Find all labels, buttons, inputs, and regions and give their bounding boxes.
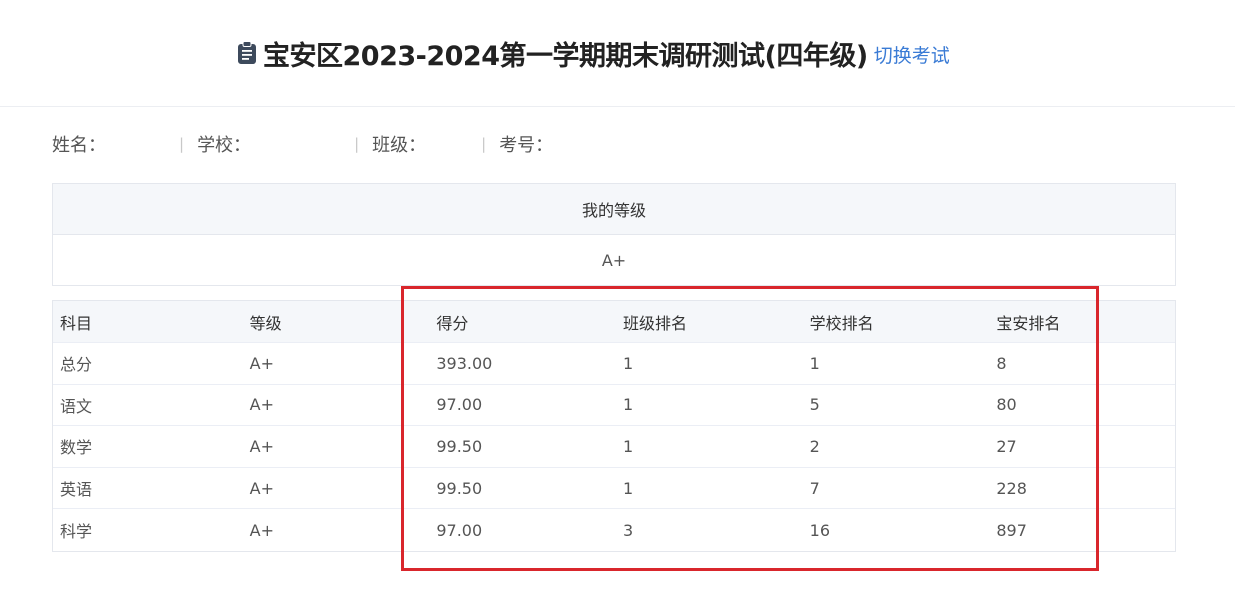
grade-cell: A+ — [249, 353, 275, 373]
student-exam-no: 考号： — [499, 131, 574, 157]
class-value-redacted — [426, 135, 469, 153]
district-rank-cell: 228 — [996, 478, 1027, 498]
name-value-redacted — [106, 135, 166, 153]
table-row: 总分 A+ 393.00 1 1 8 — [53, 343, 1175, 385]
column-header: 学校排名 — [809, 313, 874, 333]
table-row: 语文 A+ 97.00 1 5 80 — [53, 385, 1175, 427]
subject-cell: 总分 — [60, 355, 93, 375]
school-rank-cell: 2 — [809, 436, 820, 456]
district-rank-cell: 80 — [996, 395, 1017, 415]
class-rank-cell: 1 — [623, 395, 634, 415]
grade-cell: A+ — [249, 436, 275, 456]
column-header: 宝安排名 — [996, 313, 1061, 333]
student-school: 学校： — [197, 131, 342, 157]
class-rank-cell: 3 — [623, 520, 634, 540]
name-label: 姓名： — [52, 135, 106, 156]
class-rank-cell: 1 — [623, 436, 634, 456]
exam-no-label: 考号： — [499, 135, 554, 156]
district-rank-cell: 8 — [996, 353, 1007, 373]
switch-exam-link[interactable]: 切换考试 — [874, 41, 950, 68]
table-row: 英语 A+ 99.50 1 7 228 — [53, 468, 1175, 510]
table-row: 数学 A+ 99.50 1 2 27 — [53, 426, 1175, 468]
score-cell: 99.50 — [436, 478, 483, 498]
subject-cell: 英语 — [60, 480, 93, 500]
grade-cell: A+ — [249, 395, 275, 415]
student-class: 班级： — [372, 131, 469, 157]
grade-summary-value: A+ — [601, 250, 627, 270]
district-rank-cell: 897 — [996, 520, 1027, 540]
class-label: 班级： — [372, 135, 427, 156]
page-header: 宝安区2023-2024第一学期期末调研测试(四年级) 切换考试 — [0, 0, 1235, 107]
subject-cell: 数学 — [60, 438, 93, 458]
exam-no-value-redacted — [553, 135, 574, 153]
subject-cell: 语文 — [60, 396, 93, 416]
separator: | — [354, 135, 360, 153]
grade-cell: A+ — [249, 478, 275, 498]
table-row: 科学 A+ 97.00 3 16 897 — [53, 509, 1175, 551]
column-header: 等级 — [249, 313, 282, 333]
school-label: 学校： — [197, 135, 252, 156]
district-rank-cell: 27 — [996, 436, 1017, 456]
subject-cell: 科学 — [60, 522, 93, 542]
student-info-bar: 姓名： | 学校： | 班级： | 考号： — [52, 131, 574, 157]
score-cell: 97.00 — [436, 395, 483, 415]
table-header-row: 科目 等级 得分 班级排名 学校排名 宝安排名 — [53, 301, 1175, 343]
school-rank-cell: 5 — [809, 395, 820, 415]
title-bar: 宝安区2023-2024第一学期期末调研测试(四年级) 切换考试 — [237, 36, 950, 72]
grade-summary-header: 我的等级 — [53, 184, 1175, 235]
class-rank-cell: 1 — [623, 353, 634, 373]
class-rank-cell: 1 — [623, 478, 634, 498]
grade-cell: A+ — [249, 520, 275, 540]
separator: | — [481, 135, 487, 153]
school-rank-cell: 16 — [809, 520, 831, 540]
score-cell: 97.00 — [436, 520, 483, 540]
page-title: 宝安区2023-2024第一学期期末调研测试(四年级) — [263, 40, 868, 72]
school-rank-cell: 1 — [809, 353, 820, 373]
column-header: 得分 — [436, 313, 469, 333]
score-cell: 99.50 — [436, 436, 483, 456]
school-value-redacted — [251, 135, 342, 153]
grade-summary-box: 我的等级 A+ — [52, 183, 1176, 286]
score-table: 科目 等级 得分 班级排名 学校排名 宝安排名 总分 A+ 393.00 1 1… — [52, 300, 1176, 552]
column-header: 班级排名 — [623, 313, 688, 333]
student-name: 姓名： — [52, 131, 166, 157]
column-header: 科目 — [60, 313, 93, 333]
separator: | — [179, 135, 185, 153]
school-rank-cell: 7 — [809, 478, 820, 498]
document-icon — [238, 41, 256, 64]
score-cell: 393.00 — [436, 353, 493, 373]
